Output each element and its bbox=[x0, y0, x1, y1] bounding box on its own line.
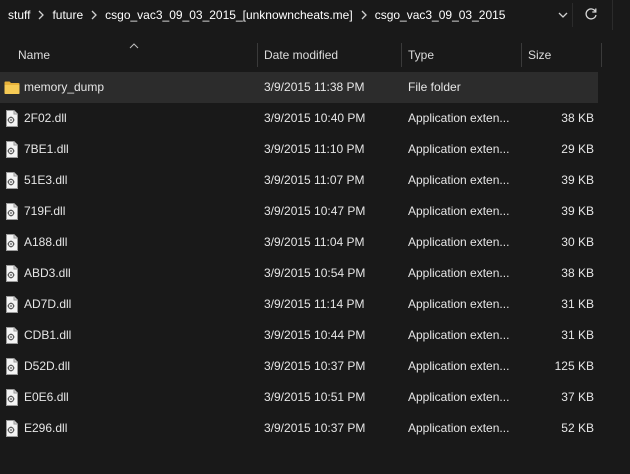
chevron-down-icon[interactable] bbox=[556, 8, 570, 22]
dll-file-icon bbox=[4, 358, 20, 375]
file-size: 39 KB bbox=[561, 173, 594, 187]
column-divider[interactable] bbox=[601, 43, 602, 67]
file-type: Application exten... bbox=[408, 390, 510, 404]
dll-file-icon bbox=[4, 203, 20, 220]
dll-file-icon bbox=[4, 327, 20, 344]
file-name: AD7D.dll bbox=[24, 297, 72, 311]
file-row[interactable]: E0E6.dll 3/9/2015 10:51 PM Application ext… bbox=[0, 382, 630, 413]
file-row[interactable]: 2F02.dll 3/9/2015 10:40 PM Application ext… bbox=[0, 103, 630, 134]
dll-file-icon bbox=[4, 420, 20, 437]
file-name: CDB1.dll bbox=[24, 328, 72, 342]
file-name: E296.dll bbox=[24, 421, 68, 435]
file-row[interactable]: 719F.dll 3/9/2015 10:47 PM Application ext… bbox=[0, 196, 630, 227]
column-divider[interactable] bbox=[401, 43, 402, 67]
column-header-type[interactable]: Type bbox=[408, 41, 434, 69]
search-box-edge[interactable] bbox=[612, 0, 630, 30]
dll-file-icon bbox=[4, 296, 20, 313]
file-date-modified: 3/9/2015 11:38 PM bbox=[264, 80, 365, 94]
file-name: E0E6.dll bbox=[24, 390, 69, 404]
refresh-icon[interactable] bbox=[583, 6, 599, 22]
file-row[interactable]: A188.dll 3/9/2015 11:04 PM Application ext… bbox=[0, 227, 630, 258]
column-divider[interactable] bbox=[521, 43, 522, 67]
file-type: Application exten... bbox=[408, 359, 510, 373]
file-size: 37 KB bbox=[561, 390, 594, 404]
breadcrumb-item-current[interactable]: csgo_vac3_09_03_2015 bbox=[373, 8, 508, 22]
file-size: 31 KB bbox=[561, 297, 594, 311]
file-size: 31 KB bbox=[561, 328, 594, 342]
file-size: 39 KB bbox=[561, 204, 594, 218]
breadcrumb-item-future[interactable]: future bbox=[50, 8, 85, 22]
file-type: Application exten... bbox=[408, 328, 510, 342]
file-date-modified: 3/9/2015 10:51 PM bbox=[264, 390, 366, 404]
chevron-right-icon[interactable] bbox=[32, 10, 50, 20]
file-size: 38 KB bbox=[561, 266, 594, 280]
file-date-modified: 3/9/2015 10:47 PM bbox=[264, 204, 366, 218]
dll-file-icon bbox=[4, 172, 20, 189]
file-type: Application exten... bbox=[408, 266, 510, 280]
column-header-name[interactable]: Name bbox=[18, 41, 50, 69]
file-type: Application exten... bbox=[408, 235, 510, 249]
file-size bbox=[524, 72, 594, 103]
file-size: 52 KB bbox=[561, 421, 594, 435]
file-type: Application exten... bbox=[408, 111, 510, 125]
file-type: Application exten... bbox=[408, 142, 510, 156]
file-row[interactable]: E296.dll 3/9/2015 10:37 PM Application ext… bbox=[0, 413, 630, 444]
file-date-modified: 3/9/2015 10:54 PM bbox=[264, 266, 366, 280]
file-type: Application exten... bbox=[408, 204, 510, 218]
file-date-modified: 3/9/2015 10:37 PM bbox=[264, 421, 366, 435]
dll-file-icon bbox=[4, 389, 20, 406]
file-name: A188.dll bbox=[24, 235, 68, 249]
file-size: 29 KB bbox=[561, 142, 594, 156]
dll-file-icon bbox=[4, 265, 20, 282]
file-name: 719F.dll bbox=[24, 204, 66, 218]
file-type: Application exten... bbox=[408, 173, 510, 187]
file-row[interactable]: memory_dump 3/9/2015 11:38 PM File folder bbox=[0, 72, 630, 103]
file-name: 7BE1.dll bbox=[24, 142, 69, 156]
file-type: Application exten... bbox=[408, 421, 510, 435]
address-bar[interactable]: stuff future csgo_vac3_09_03_2015_[unkno… bbox=[0, 0, 630, 30]
file-date-modified: 3/9/2015 10:37 PM bbox=[264, 359, 366, 373]
file-name: D52D.dll bbox=[24, 359, 71, 373]
file-name: 51E3.dll bbox=[24, 173, 68, 187]
column-header-size[interactable]: Size bbox=[528, 41, 551, 69]
breadcrumb-item-stuff[interactable]: stuff bbox=[6, 8, 32, 22]
file-type: File folder bbox=[408, 80, 461, 94]
dll-file-icon bbox=[4, 234, 20, 251]
chevron-right-icon[interactable] bbox=[85, 10, 103, 20]
folder-icon bbox=[4, 79, 20, 96]
file-row[interactable]: AD7D.dll 3/9/2015 11:14 PM Application ext… bbox=[0, 289, 630, 320]
file-size: 125 KB bbox=[554, 359, 594, 373]
column-header-row: Name Date modified Type Size bbox=[0, 41, 630, 69]
file-date-modified: 3/9/2015 10:44 PM bbox=[264, 328, 366, 342]
breadcrumb: stuff future csgo_vac3_09_03_2015_[unkno… bbox=[6, 7, 507, 23]
file-name: 2F02.dll bbox=[24, 111, 67, 125]
column-divider[interactable] bbox=[257, 43, 258, 67]
file-date-modified: 3/9/2015 11:07 PM bbox=[264, 173, 365, 187]
dll-file-icon bbox=[4, 110, 20, 127]
file-size: 30 KB bbox=[561, 235, 594, 249]
breadcrumb-item-unknowncheats[interactable]: csgo_vac3_09_03_2015_[unknowncheats.me] bbox=[103, 8, 355, 22]
file-type: Application exten... bbox=[408, 297, 510, 311]
chevron-right-icon[interactable] bbox=[355, 10, 373, 20]
file-name: memory_dump bbox=[24, 80, 105, 94]
sort-ascending-icon bbox=[129, 39, 139, 49]
file-date-modified: 3/9/2015 11:10 PM bbox=[264, 142, 365, 156]
file-date-modified: 3/9/2015 11:14 PM bbox=[264, 297, 365, 311]
dll-file-icon bbox=[4, 141, 20, 158]
file-row[interactable]: CDB1.dll 3/9/2015 10:44 PM Application ext… bbox=[0, 320, 630, 351]
file-date-modified: 3/9/2015 10:40 PM bbox=[264, 111, 366, 125]
file-row[interactable]: ABD3.dll 3/9/2015 10:54 PM Application ext… bbox=[0, 258, 630, 289]
divider bbox=[572, 3, 573, 27]
file-row[interactable]: 51E3.dll 3/9/2015 11:07 PM Application ext… bbox=[0, 165, 630, 196]
file-name: ABD3.dll bbox=[24, 266, 71, 280]
file-row[interactable]: 7BE1.dll 3/9/2015 11:10 PM Application ext… bbox=[0, 134, 630, 165]
file-row[interactable]: D52D.dll 3/9/2015 10:37 PM Application ext… bbox=[0, 351, 630, 382]
file-date-modified: 3/9/2015 11:04 PM bbox=[264, 235, 365, 249]
file-size: 38 KB bbox=[561, 111, 594, 125]
column-header-date[interactable]: Date modified bbox=[264, 41, 338, 69]
